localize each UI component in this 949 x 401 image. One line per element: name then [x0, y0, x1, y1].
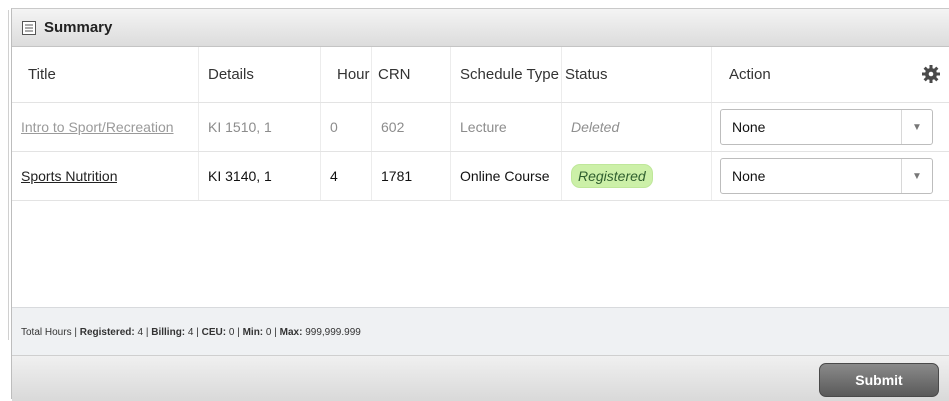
min-value: 0 — [265, 326, 272, 338]
column-header-details[interactable]: Details — [199, 47, 321, 102]
summary-table: Title Details Hour CRN Schedule Type Sta… — [12, 47, 949, 307]
details-cell: KI 1510, 1 — [199, 103, 321, 151]
action-select-value: None — [732, 168, 766, 184]
chevron-down-icon[interactable]: ▼ — [901, 110, 932, 144]
crn-cell: 1781 — [372, 152, 451, 200]
action-select[interactable]: None ▼ — [720, 158, 933, 194]
panel-footer: Submit — [12, 355, 949, 401]
column-header-schedule-type[interactable]: Schedule Type — [451, 47, 562, 102]
column-header-title[interactable]: Title — [12, 47, 199, 102]
ceu-value: 0 — [228, 326, 235, 338]
crn-cell: 602 — [372, 103, 451, 151]
table-row: Intro to Sport/Recreation KI 1510, 1 0 6… — [12, 103, 949, 152]
schedule-type-text: Lecture — [460, 119, 507, 135]
schedule-type-cell: Online Course — [451, 152, 562, 200]
total-hours-label: Total Hours — [21, 326, 72, 338]
min-label: Min: — [242, 326, 264, 338]
hours-cell: 0 — [321, 103, 372, 151]
registered-label: Registered: — [79, 326, 135, 338]
panel-title: Summary — [44, 19, 113, 36]
billing-value: 4 — [187, 326, 194, 338]
course-title-link[interactable]: Intro to Sport/Recreation — [21, 119, 174, 135]
column-header-action[interactable]: Action — [712, 47, 949, 102]
billing-label: Billing: — [151, 326, 186, 338]
table-row: Sports Nutrition KI 3140, 1 4 1781 Onlin… — [12, 152, 949, 201]
registered-value: 4 — [137, 326, 144, 338]
status-badge: Registered — [571, 164, 653, 188]
action-select[interactable]: None ▼ — [720, 109, 933, 145]
max-label: Max: — [279, 326, 303, 338]
summary-header: Summary — [12, 9, 949, 47]
column-header-hours[interactable]: Hour — [321, 47, 372, 102]
max-value: 999,999.999 — [305, 326, 361, 338]
submit-button[interactable]: Submit — [819, 363, 939, 397]
course-title-link[interactable]: Sports Nutrition — [21, 168, 117, 184]
gear-icon[interactable] — [921, 64, 941, 84]
ceu-label: CEU: — [201, 326, 227, 338]
column-header-crn[interactable]: CRN — [372, 47, 451, 102]
summary-icon — [22, 20, 36, 35]
total-hours-bar: Total Hours | Registered: 4 | Billing: 4… — [12, 307, 949, 356]
action-select-value: None — [732, 119, 766, 135]
chevron-down-icon[interactable]: ▼ — [901, 159, 932, 193]
schedule-type-text: Online Course — [460, 168, 550, 184]
column-header-status[interactable]: Status — [562, 47, 712, 102]
background-divider — [8, 10, 9, 340]
status-badge: Deleted — [571, 119, 620, 135]
table-header-row: Title Details Hour CRN Schedule Type Sta… — [12, 47, 949, 103]
hours-cell: 4 — [321, 152, 372, 200]
summary-panel: Summary Title Details Hour CRN Schedule … — [11, 8, 949, 401]
schedule-type-cell: Lecture — [451, 103, 562, 151]
details-cell: KI 3140, 1 — [199, 152, 321, 200]
